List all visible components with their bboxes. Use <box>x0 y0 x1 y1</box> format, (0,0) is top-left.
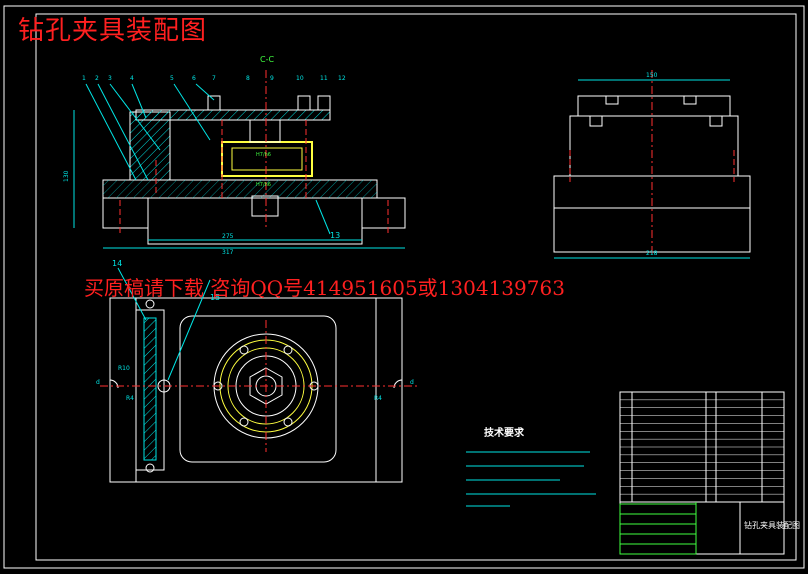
callout-13: 13 <box>330 231 340 240</box>
part-label: 6 <box>192 75 196 82</box>
tech-requirements-title: 技术要求 <box>484 428 524 439</box>
dim-side-bottom: 218 <box>646 250 658 257</box>
label-r-right: R4 <box>374 395 382 402</box>
label-r-left: R4 <box>126 395 134 402</box>
drawing-title: 钻孔夹具装配图 <box>18 16 208 46</box>
part-label: 7 <box>212 75 216 82</box>
parts-list-rows <box>620 399 784 495</box>
part-label: 11 <box>320 75 328 82</box>
label-r-top: R10 <box>118 365 130 372</box>
part-label: 4 <box>130 75 134 82</box>
part-label: 3 <box>108 75 112 82</box>
tech-requirements-text <box>466 451 596 507</box>
dim-height-left: 130 <box>63 170 70 182</box>
watermark-text: 买原稿请下载 咨询QQ号414951605或1304139763 <box>84 276 565 300</box>
dim-inner-width: 275 <box>222 233 234 240</box>
fit-upper: H7/h6 <box>256 152 271 158</box>
callout-14: 14 <box>112 259 122 268</box>
side-view <box>553 70 751 259</box>
fit-lower: H7/h6 <box>256 182 271 188</box>
part-label: 5 <box>170 75 174 82</box>
part-number-labels: 1 2 3 4 5 6 7 8 9 10 11 12 <box>82 75 346 82</box>
part-label: 8 <box>246 75 250 82</box>
part-label: 9 <box>270 75 274 82</box>
label-d-right: d <box>410 379 414 386</box>
part-label: 12 <box>338 75 346 82</box>
part-label: 1 <box>82 75 86 82</box>
front-section-view <box>73 70 406 249</box>
label-d-left: d <box>96 379 100 386</box>
section-label: C-C <box>260 55 274 64</box>
title-block-name: 钻孔夹具装配图 <box>744 520 800 530</box>
dim-overall-width: 317 <box>222 249 234 256</box>
part-label: 10 <box>296 75 304 82</box>
part-label: 2 <box>95 75 99 82</box>
dim-side-top: 150 <box>646 72 658 79</box>
